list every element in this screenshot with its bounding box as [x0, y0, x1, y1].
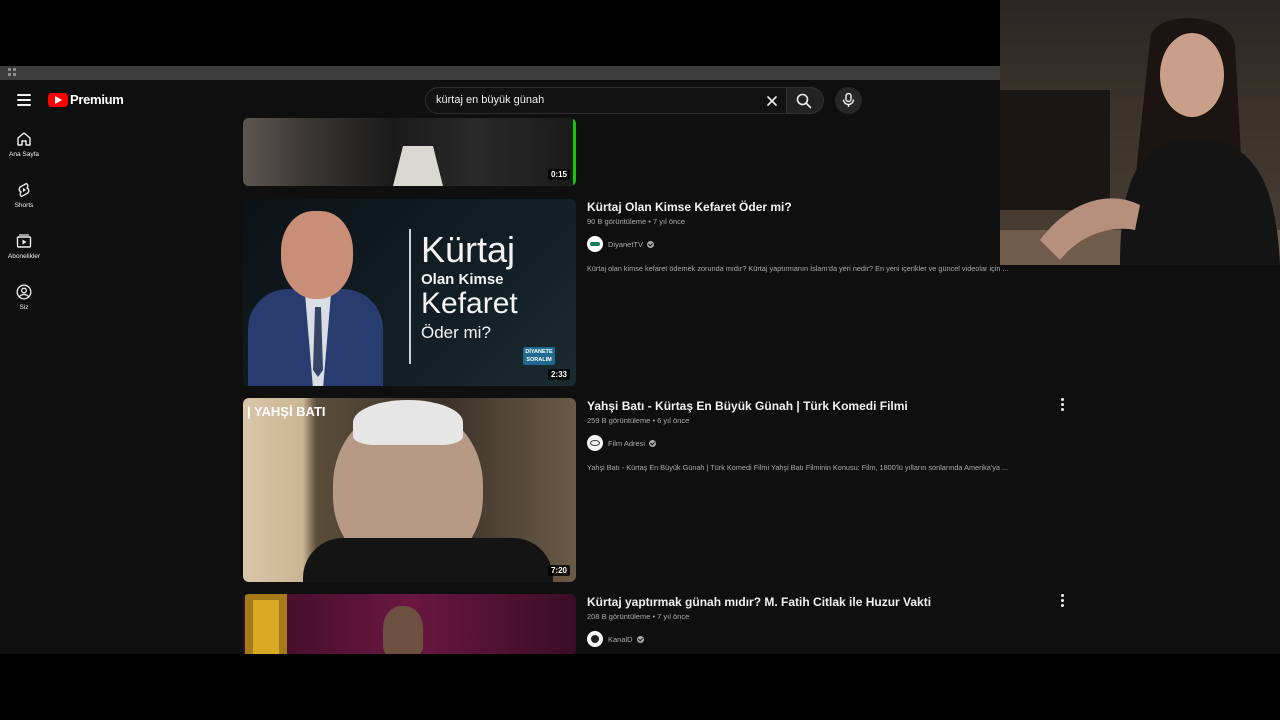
video-title[interactable]: Kürtaj Olan Kimse Kefaret Öder mi? [587, 199, 1047, 215]
webcam-overlay [1000, 0, 1280, 265]
video-meta: Yahşi Batı - Kürtaş En Büyük Günah | Tür… [587, 398, 1047, 472]
menu-icon[interactable] [17, 94, 31, 106]
youtube-logo[interactable]: Premium [48, 92, 124, 107]
channel-row[interactable]: KanalD [587, 631, 1047, 647]
guide-label-home: Ana Sayfa [9, 151, 39, 158]
guide-label-shorts: Shorts [14, 202, 34, 209]
verified-icon [647, 240, 655, 248]
home-icon [17, 132, 31, 146]
video-stats: 259 B görüntüleme • 6 yıl önce [587, 416, 690, 425]
thumbnail-text: Öder mi? [421, 323, 491, 342]
guide-item-shorts[interactable]: Shorts [0, 171, 48, 217]
video-meta: Kürtaj yaptırmak günah mıdır? M. Fatih C… [587, 594, 1047, 647]
thumbnail-text: Kefaret [421, 287, 518, 320]
microphone-icon [842, 93, 855, 107]
guide-label-subscriptions: Abonelikler [7, 253, 41, 260]
webcam-person-image [1000, 18, 1280, 265]
progress-indicator [573, 118, 576, 186]
video-stats: 90 B görüntüleme • 7 yıl önce [587, 217, 686, 226]
channel-name[interactable]: KanalD [608, 635, 633, 644]
subscriptions-icon [16, 234, 32, 248]
video-title[interactable]: Yahşi Batı - Kürtaş En Büyük Günah | Tür… [587, 398, 1047, 414]
guide-item-home[interactable]: Ana Sayfa [0, 120, 48, 166]
duration-badge: 2:33 [547, 369, 570, 380]
browser-toolbar [0, 66, 1000, 80]
channel-avatar[interactable] [587, 435, 603, 451]
thumbnail-text: Olan Kimse [421, 271, 504, 288]
channel-name[interactable]: DiyanetTV [608, 240, 643, 249]
video-thumbnail[interactable]: | YAHŞİ BATI 7:20 [243, 398, 576, 582]
guide-item-you[interactable]: Siz [0, 273, 48, 319]
video-thumbnail[interactable]: 0:15 [243, 118, 576, 186]
thumbnail-text: | YAHŞİ BATI [247, 404, 326, 419]
channel-row[interactable]: Film Adresi [587, 435, 1047, 451]
logo-text: Premium [70, 92, 124, 107]
video-thumbnail[interactable]: Kürtaj Olan Kimse Kefaret Öder mi? DİYAN… [243, 199, 576, 386]
search-icon [796, 93, 812, 109]
more-actions-icon[interactable] [1059, 594, 1065, 608]
channel-avatar[interactable] [587, 631, 603, 647]
masthead: Premium kürtaj en büyük günah [0, 80, 1000, 120]
screen-recording: Premium kürtaj en büyük günah Ana Sayfa … [0, 0, 1280, 720]
thumbnail-text: Kürtaj [421, 229, 516, 270]
video-stats: 208 B görüntüleme • 7 yıl önce [587, 612, 690, 621]
video-description: Kürtaj olan kimse kefaret ödemek zorunda… [587, 264, 1009, 273]
verified-icon [649, 439, 657, 447]
search-query: kürtaj en büyük günah [436, 94, 545, 106]
channel-brand-badge: DİYANETE SORALIM [523, 347, 555, 365]
apps-grid-icon[interactable] [8, 68, 18, 76]
youtube-play-icon [48, 92, 68, 107]
more-actions-icon[interactable] [1059, 398, 1065, 412]
guide-label-you: Siz [19, 304, 29, 311]
channel-name[interactable]: Film Adresi [608, 439, 645, 448]
search-button[interactable] [787, 87, 824, 114]
channel-row[interactable]: DiyanetTV [587, 236, 1047, 252]
verified-icon [636, 635, 644, 643]
video-title[interactable]: Kürtaj yaptırmak günah mıdır? M. Fatih C… [587, 594, 1047, 610]
video-meta: Kürtaj Olan Kimse Kefaret Öder mi? 90 B … [587, 199, 1047, 273]
close-icon[interactable] [765, 94, 779, 108]
video-thumbnail[interactable] [243, 594, 576, 654]
video-description: Yahşi Batı - Kürtaş En Büyük Günah | Tür… [587, 463, 1009, 472]
channel-avatar[interactable] [587, 236, 603, 252]
shorts-icon [18, 182, 30, 198]
search-input[interactable]: kürtaj en büyük günah [425, 87, 787, 114]
duration-badge: 7:20 [547, 565, 570, 576]
voice-search-button[interactable] [835, 87, 862, 114]
guide-item-subscriptions[interactable]: Abonelikler [0, 222, 48, 268]
duration-badge: 0:15 [547, 169, 570, 180]
you-icon [16, 284, 32, 300]
